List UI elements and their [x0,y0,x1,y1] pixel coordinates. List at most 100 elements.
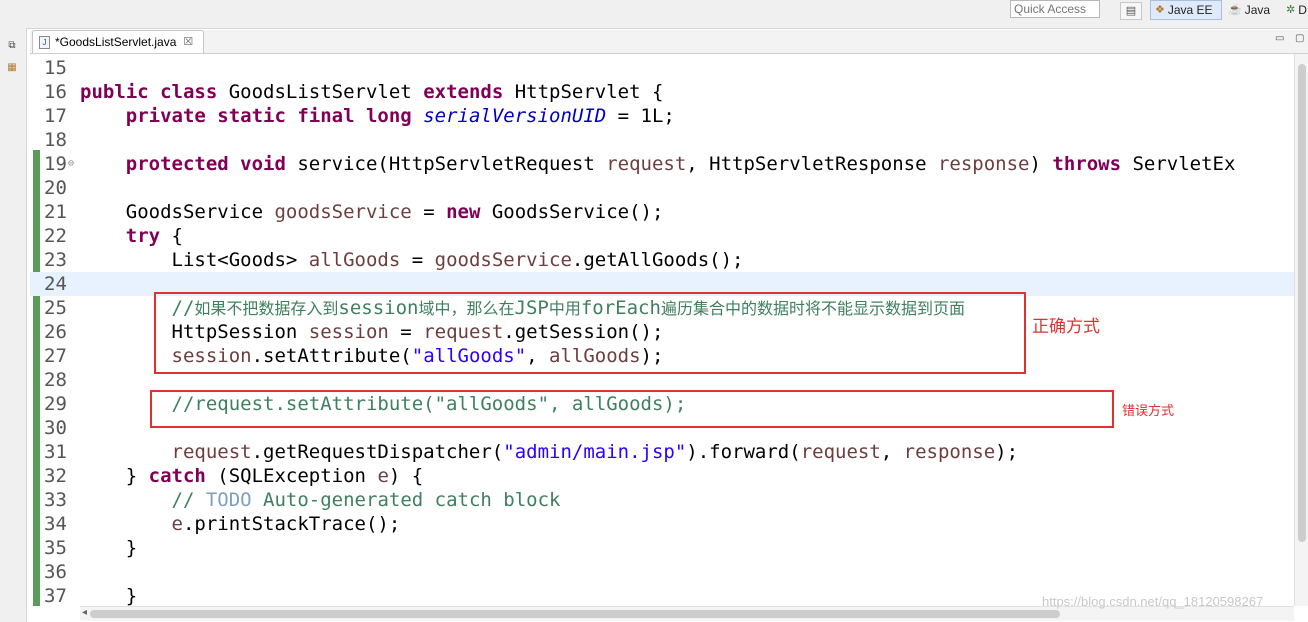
code-token: try [125,225,172,247]
line-number: 28 [44,369,67,391]
code-line[interactable]: 34 e.printStackTrace(); [30,512,1296,536]
code-line[interactable]: 16 public class GoodsListServlet extends … [30,80,1296,104]
fold-collapse-icon[interactable]: ⊖ [68,152,74,176]
code-token: private static final long [125,105,424,127]
perspective-java-ee[interactable]: ❖ Java EE [1150,0,1222,20]
code-token: new [446,201,492,223]
code-line[interactable]: 19 ⊖ protected void service(HttpServletRe… [30,152,1296,176]
line-number: 33 [44,489,67,511]
code-line[interactable]: 32 } catch (SQLException e) { [30,464,1296,488]
line-number: 24 [44,273,67,295]
code-token: throws [1052,153,1133,175]
code-line[interactable]: 23 List<Goods> allGoods = goodsService.g… [30,248,1296,272]
code-editor[interactable]: 15 16 public class GoodsListServlet extend… [30,54,1296,606]
code-token: // [171,489,206,511]
code-line[interactable]: 18 [30,128,1296,152]
vertical-scrollbar[interactable] [1294,54,1308,606]
code-text: GoodsService goodsService = new GoodsSer… [80,200,664,224]
maximize-icon[interactable]: ▢ [1295,33,1304,44]
line-number: 31 [44,441,67,463]
line-number: 15 [44,57,67,79]
code-line[interactable]: 17 private static final long serialVersi… [30,104,1296,128]
line-number: 35 [44,537,67,559]
code-token: } [80,537,138,559]
code-token: serialVersionUID [423,105,607,127]
code-token: e [377,465,389,487]
horizontal-scroll-thumb[interactable] [90,610,1060,618]
open-perspective-icon[interactable]: ▤ [1120,2,1142,20]
code-token: .printStackTrace(); [182,513,401,535]
perspective-label: Java EE [1167,3,1213,17]
code-token: goodsService [434,249,572,271]
line-number: 20 [44,177,67,199]
code-token: , [880,441,904,463]
code-token: ) [1029,153,1053,175]
tab-label: *GoodsListServlet.java [55,35,177,49]
restore-icon[interactable]: ⧉ [4,40,20,54]
main-toolbar: ▤ ❖ Java EE ☕ Java ✲ D [0,0,1308,29]
close-icon[interactable]: ☒ [183,31,193,53]
code-text: e.printStackTrace(); [80,512,401,536]
code-token: response [903,441,996,463]
line-number: 19 [44,153,67,175]
code-token: { [171,225,183,247]
code-token: GoodsListServlet [228,81,424,103]
code-line[interactable]: 36 [30,560,1296,584]
line-number: 21 [44,201,67,223]
code-token: "admin/main.jsp" [503,441,687,463]
code-token: .getAllGoods(); [571,249,744,271]
java-file-icon: J [39,35,50,49]
line-number: 30 [44,417,67,439]
debug-perspective-icon: ✲ [1286,4,1296,16]
code-token: GoodsService(); [491,201,664,223]
code-token: extends [423,81,515,103]
code-token: } [80,465,149,487]
wrong-way-label: 错误方式 [1122,404,1175,419]
code-line[interactable]: 20 [30,176,1296,200]
package-explorer-icon[interactable]: ▦ [4,62,20,76]
watermark: https://blog.csdn.net/qq_18120598267 [1042,594,1264,609]
editor-tab-bar: J *GoodsListServlet.java ☒ ▭ ▢ [30,30,1308,54]
code-token: .getRequestDispatcher( [251,441,504,463]
code-token: request [171,441,252,463]
code-text: List<Goods> allGoods = goodsService.getA… [80,248,744,272]
code-token: request [800,441,881,463]
perspective-java[interactable]: ☕ Java [1224,0,1280,20]
code-line[interactable]: 15 [30,56,1296,80]
wrong-way-box [150,390,1114,428]
perspective-debug[interactable]: ✲ D [1282,0,1308,20]
code-token: , HttpServletResponse [686,153,938,175]
code-line[interactable]: 33 // TODO Auto-generated catch block [30,488,1296,512]
code-token: = [411,201,447,223]
code-token: List<Goods> [80,249,309,271]
code-line[interactable]: 22 try { [30,224,1296,248]
code-text: } [80,584,137,606]
scroll-left-arrow-icon[interactable]: ◂ [82,607,87,618]
line-number: 17 [44,105,67,127]
correct-way-label: 正确方式 [1032,317,1100,337]
code-token: Auto-generated catch block [251,489,561,511]
line-number: 36 [44,561,67,583]
line-number: 37 [44,585,67,606]
code-token: HttpServlet { [514,81,664,103]
code-token: service(HttpServletRequest [297,153,607,175]
perspective-label: D [1298,3,1307,17]
code-text: // TODO Auto-generated catch block [80,488,561,512]
minimize-icon[interactable]: ▭ [1275,33,1284,44]
line-number: 22 [44,225,67,247]
code-token: protected void [125,153,298,175]
code-text: request.getRequestDispatcher("admin/main… [80,440,1019,464]
quick-access-input[interactable] [1010,0,1100,18]
code-line[interactable]: 21 GoodsService goodsService = new Goods… [30,200,1296,224]
tab-goods-list-servlet[interactable]: J *GoodsListServlet.java ☒ [32,30,204,53]
code-token: ) { [388,465,424,487]
code-line[interactable]: 31 request.getRequestDispatcher("admin/m… [30,440,1296,464]
code-token: = [400,249,435,271]
vertical-scroll-thumb[interactable] [1298,64,1306,542]
code-text: public class GoodsListServlet extends Ht… [80,80,663,104]
code-line[interactable]: 35 } [30,536,1296,560]
